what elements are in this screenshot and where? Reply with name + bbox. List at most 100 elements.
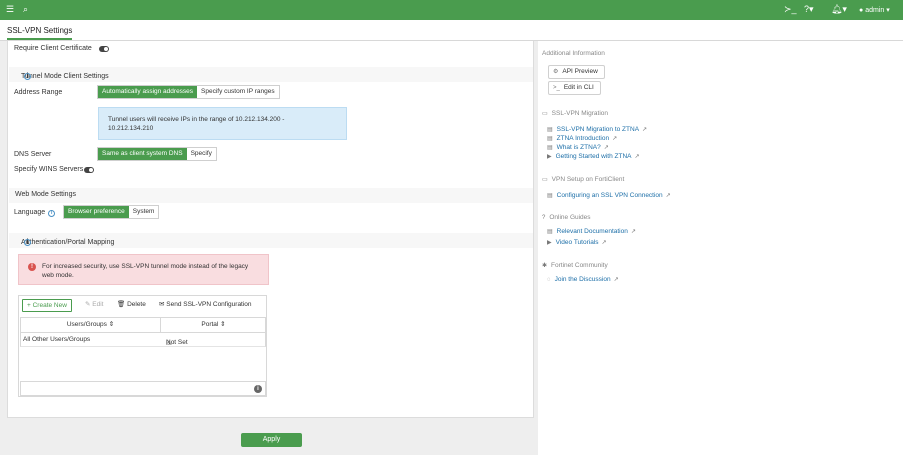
- link-ztna-introduction-label: ZTNA Introduction: [556, 135, 610, 142]
- table-header: Users/Groups ⇕ Portal ⇕: [20, 317, 266, 333]
- require-client-cert-label: Require Client Certificate: [14, 45, 92, 52]
- forticlient-heading: ▭ VPN Setup on FortiClient: [542, 176, 624, 183]
- edit-button[interactable]: ✎ Edit: [81, 299, 107, 312]
- top-bar: ☰ ⌕ ≻_ ?▾ 🔔︎▾ ● admin ▾: [0, 0, 903, 20]
- link-video-tutorials-label: Video Tutorials: [555, 239, 599, 246]
- row-portal-value: Not Set: [166, 339, 188, 346]
- column-users-groups-label: Users/Groups: [66, 321, 107, 328]
- external-link-icon: ↗: [603, 145, 609, 151]
- gear-icon: ⚙: [553, 69, 559, 75]
- forticlient-heading-text: VPN Setup on FortiClient: [551, 176, 625, 183]
- info-icon[interactable]: i: [48, 210, 56, 217]
- community-icon: ✱: [542, 263, 548, 269]
- api-preview-label: API Preview: [562, 68, 598, 75]
- link-getting-started-ztna[interactable]: ▶ Getting Started with ZTNA ↗: [547, 153, 640, 160]
- trash-icon: 🗑︎: [117, 301, 128, 308]
- dns-same-as-client[interactable]: Same as client system DNS: [98, 148, 187, 160]
- dns-server-selector: Same as client system DNS Specify: [97, 147, 217, 161]
- main-area: Require Client Certificate Tunnel Mode C…: [0, 41, 538, 455]
- external-link-icon: ↗: [613, 277, 619, 283]
- auth-section-title: Authentication/Portal Mapping: [21, 239, 115, 246]
- info-sidebar: Additional Information ⚙ API Preview >_ Ed…: [538, 41, 903, 455]
- wins-servers-toggle[interactable]: [84, 167, 94, 173]
- delete-label: Delete: [127, 301, 146, 308]
- require-client-cert-toggle[interactable]: [99, 46, 109, 52]
- link-migration-ztna[interactable]: ▤ SSL-VPN Migration to ZTNA ↗: [547, 126, 647, 133]
- create-new-button[interactable]: + Create New: [22, 299, 72, 312]
- send-config-label: Send SSL-VPN Configuration: [166, 301, 252, 308]
- api-preview-button[interactable]: ⚙ API Preview: [548, 65, 605, 79]
- link-configuring-ssl-vpn[interactable]: ▤ Configuring an SSL VPN Connection ↗: [547, 192, 671, 199]
- bell-icon[interactable]: 🔔︎▾: [831, 4, 847, 15]
- web-mode-section-header: Web Mode Settings: [9, 188, 533, 203]
- document-icon: ▤: [547, 229, 553, 235]
- search-icon[interactable]: ⌕: [23, 4, 28, 15]
- tunnel-ip-info-line2: 10.212.134.210: [108, 125, 154, 132]
- page-header: SSL-VPN Settings: [0, 20, 903, 41]
- migration-heading: ▭ SSL-VPN Migration: [542, 110, 608, 117]
- wins-servers-label: Specify WINS Servers: [14, 166, 84, 173]
- external-link-icon: ↗: [665, 193, 671, 199]
- column-portal-label: Portal: [201, 321, 219, 328]
- language-label-text: Language: [14, 209, 46, 216]
- link-what-is-ztna[interactable]: ▤ What is ZTNA? ↗: [547, 144, 609, 151]
- edit-in-cli-label: Edit in CLI: [563, 84, 594, 91]
- chat-icon: ◌: [547, 277, 551, 283]
- video-icon: ▶: [547, 154, 552, 160]
- external-link-icon: ↗: [634, 154, 640, 160]
- cli-icon[interactable]: ≻_: [784, 4, 797, 15]
- info-icon[interactable]: i: [24, 73, 31, 80]
- dns-specify[interactable]: Specify: [186, 148, 216, 160]
- address-range-custom[interactable]: Specify custom IP ranges: [197, 86, 279, 98]
- document-icon: ▤: [547, 145, 553, 151]
- edit-in-cli-button[interactable]: >_ Edit in CLI: [548, 81, 601, 95]
- online-guides-heading-text: Online Guides: [549, 214, 591, 221]
- security-alert-box: ! For increased security, use SSL-VPN tu…: [18, 254, 269, 285]
- user-icon: ●: [859, 7, 864, 14]
- link-join-discussion-label: Join the Discussion: [554, 276, 611, 283]
- table-footer: i: [20, 381, 266, 396]
- community-heading-text: Fortinet Community: [551, 262, 608, 269]
- address-range-selector: Automatically assign addresses Specify c…: [97, 85, 280, 99]
- link-relevant-documentation[interactable]: ▤ Relevant Documentation ↗: [547, 228, 636, 235]
- language-selector: Browser preference System: [63, 205, 160, 219]
- link-relevant-documentation-label: Relevant Documentation: [556, 228, 628, 235]
- delete-button[interactable]: 🗑︎ Delete: [113, 299, 150, 312]
- external-link-icon: ↗: [630, 229, 636, 235]
- security-alert-line2: web mode.: [42, 272, 74, 279]
- external-link-icon: ↗: [612, 136, 618, 142]
- additional-info-heading: Additional Information: [542, 50, 605, 57]
- tunnel-section-title: Tunnel Mode Client Settings: [21, 73, 109, 80]
- tunnel-ip-info-box: Tunnel users will receive IPs in the ran…: [98, 107, 347, 140]
- document-icon: ▤: [547, 193, 553, 199]
- portal-mapping-table: + Create New ✎ Edit 🗑︎ Delete ✉ Send SSL…: [18, 295, 267, 397]
- info-icon[interactable]: i: [24, 239, 31, 246]
- sort-icon: ⇕: [108, 321, 115, 328]
- column-users-groups[interactable]: Users/Groups ⇕: [21, 318, 161, 332]
- link-ztna-introduction[interactable]: ▤ ZTNA Introduction ↗: [547, 135, 617, 142]
- page-title: SSL-VPN Settings: [7, 26, 73, 40]
- table-row[interactable]: All Other Users/Groups ⚠ Not Set: [20, 333, 266, 347]
- auth-section-header: Authentication/Portal Mapping i: [9, 233, 533, 248]
- info-icon[interactable]: i: [254, 385, 262, 393]
- language-browser-preference[interactable]: Browser preference: [64, 206, 129, 218]
- language-system[interactable]: System: [128, 206, 159, 218]
- link-join-discussion[interactable]: ◌ Join the Discussion ↗: [547, 276, 619, 283]
- address-range-auto[interactable]: Automatically assign addresses: [98, 86, 198, 98]
- settings-panel: Require Client Certificate Tunnel Mode C…: [7, 41, 534, 418]
- link-video-tutorials[interactable]: ▶ Video Tutorials ↗: [547, 239, 607, 246]
- column-portal[interactable]: Portal ⇕: [162, 318, 265, 332]
- hamburger-icon[interactable]: ☰: [6, 4, 14, 15]
- link-getting-started-ztna-label: Getting Started with ZTNA: [555, 153, 632, 160]
- online-guides-heading: ? Online Guides: [542, 214, 591, 221]
- send-config-button[interactable]: ✉ Send SSL-VPN Configuration: [155, 299, 256, 312]
- user-menu[interactable]: ● admin ▾: [859, 6, 890, 14]
- help-icon[interactable]: ?▾: [804, 4, 814, 15]
- community-heading: ✱ Fortinet Community: [542, 262, 608, 269]
- apply-button[interactable]: Apply: [241, 433, 302, 447]
- link-configuring-ssl-vpn-label: Configuring an SSL VPN Connection: [556, 192, 663, 199]
- external-link-icon: ↗: [642, 127, 648, 133]
- laptop-icon: ▭: [542, 177, 548, 183]
- document-icon: ▤: [547, 136, 553, 142]
- video-icon: ▶: [547, 240, 552, 246]
